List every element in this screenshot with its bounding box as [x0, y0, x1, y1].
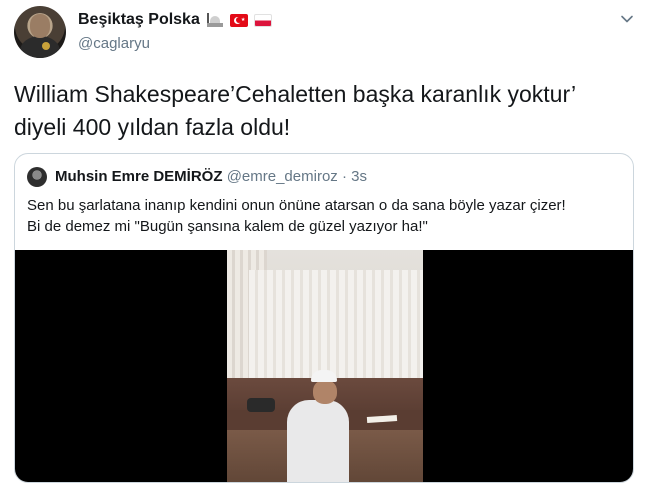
- tweet-text-line-2: diyeli 400 yıldan fazla oldu!: [14, 114, 291, 140]
- separator-dot: ·: [341, 168, 347, 185]
- quoted-author-name[interactable]: Muhsin Emre DEMİRÖZ: [55, 168, 223, 185]
- poland-flag-icon: [253, 13, 272, 27]
- tweet-text-line-1: William Shakespeare’Cehaletten başka kar…: [14, 81, 577, 107]
- quoted-text-line-2: Bi de demez mi "Bugün şansına kalem de g…: [27, 218, 428, 235]
- author-avatar[interactable]: [14, 6, 66, 58]
- quoted-tweet[interactable]: Muhsin Emre DEMİRÖZ @emre_demiroz · 3s S…: [14, 153, 634, 483]
- author-handle[interactable]: @caglaryu: [78, 35, 150, 52]
- quoted-tweet-text: Sen bu şarlatana inanıp kendini onun önü…: [27, 195, 627, 237]
- video-frame: [227, 250, 423, 482]
- author-name-row: Beşiktaş Polska ★: [78, 11, 272, 29]
- man-figure: [287, 400, 349, 482]
- chevron-down-icon[interactable]: [620, 12, 634, 26]
- quoted-tweet-header: Muhsin Emre DEMİRÖZ @emre_demiroz · 3s: [55, 168, 367, 185]
- quoted-author-avatar[interactable]: [27, 167, 47, 187]
- curtain: [249, 270, 423, 390]
- quoted-tweet-time[interactable]: 3s: [351, 168, 367, 185]
- quoted-author-handle[interactable]: @emre_demiroz: [227, 168, 338, 185]
- turkey-flag-icon: ★: [229, 13, 248, 27]
- author-display-name[interactable]: Beşiktaş Polska: [78, 11, 200, 29]
- tweet-card: Beşiktaş Polska ★ @caglaryu William Shak…: [0, 0, 654, 483]
- video-player[interactable]: [15, 250, 633, 482]
- quoted-text-line-1: Sen bu şarlatana inanıp kendini onun önü…: [27, 197, 566, 214]
- mosque-emoji-icon: [206, 12, 224, 28]
- tweet-text: William Shakespeare’Cehaletten başka kar…: [14, 78, 644, 144]
